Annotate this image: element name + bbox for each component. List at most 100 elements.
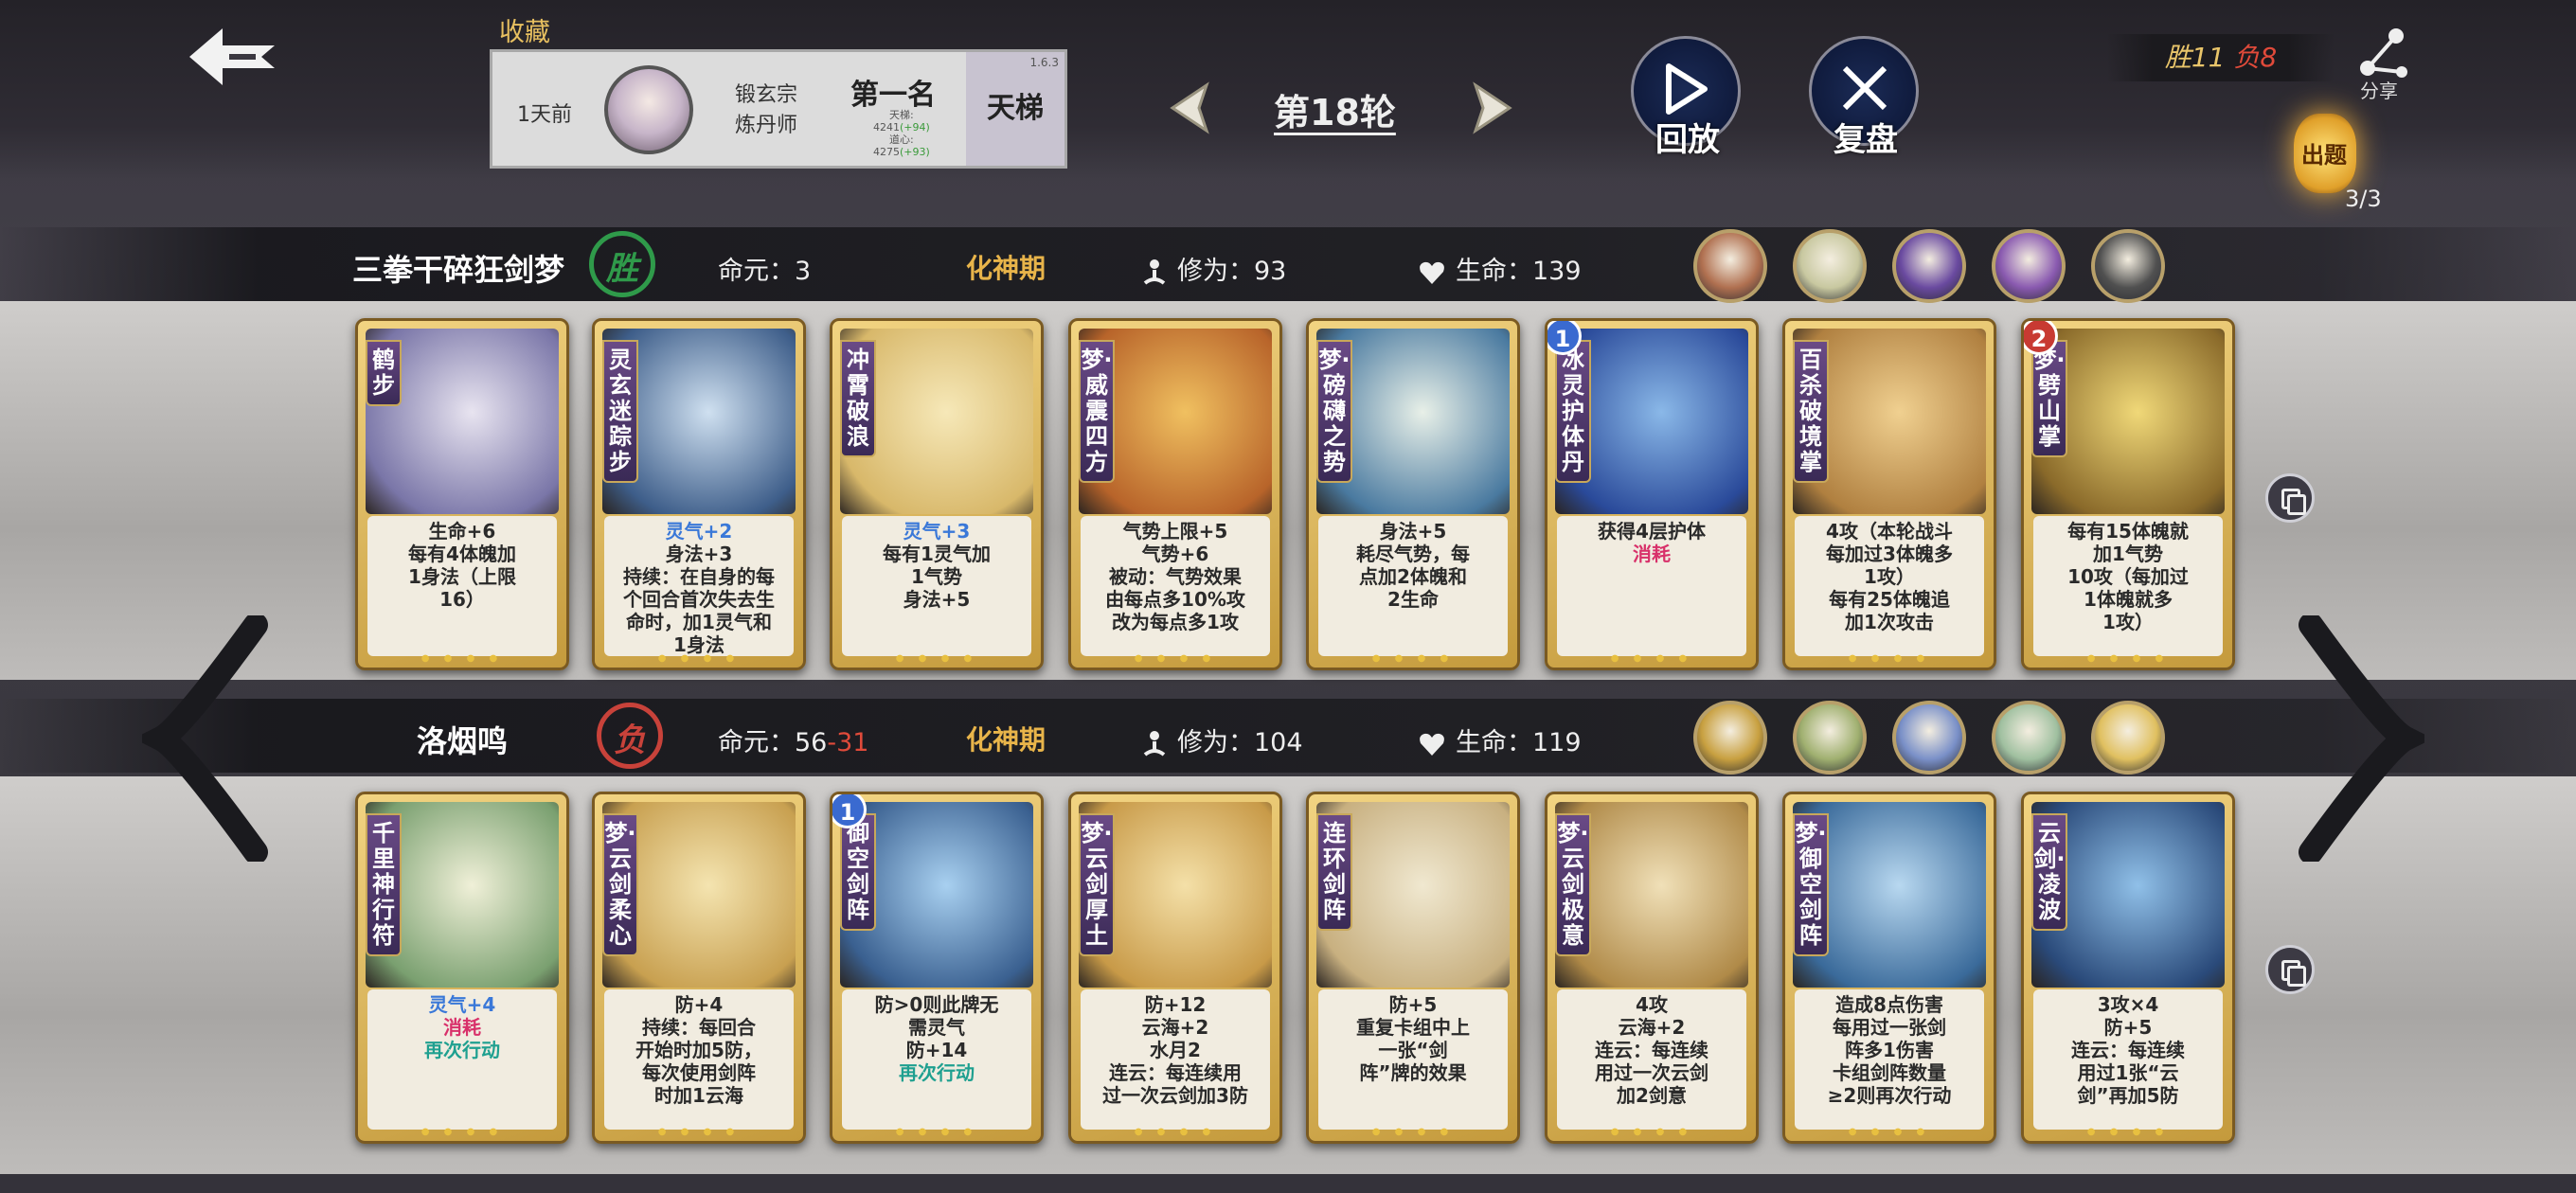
life-core-delta: -31 xyxy=(827,728,869,757)
card-description-line: 被动：气势效果 xyxy=(1109,565,1242,588)
avatar-spiral-icon[interactable] xyxy=(1693,701,1767,775)
meditation-icon xyxy=(1143,258,1166,285)
card-description: 气势上限+5 气势+6 被动：气势效果 由每点多10%攻 改为每点多1攻 xyxy=(1081,516,1270,656)
card-description-line: 云海+2 xyxy=(1141,1016,1209,1039)
quiz-lantern-button[interactable]: 出题 3/3 xyxy=(2281,114,2385,218)
replay-info-panel[interactable]: 1天前 锻玄宗 炼丹师 第一名 天梯: 4241(+94) 道心: 4275(+… xyxy=(490,49,1067,169)
cultivation-stat: 修为：104 xyxy=(1141,721,1303,758)
card-description-line: 16） xyxy=(439,588,485,611)
skill-card[interactable]: 梦·劈山掌 2 每有15体魄就 加1气势 10攻（每加过 1体魄就多 1攻） ● ● ● ● xyxy=(2021,318,2235,670)
skill-card[interactable]: 梦·威震四方 气势上限+5 气势+6 被动：气势效果 由每点多10%攻 改为每点多1攻 ● … xyxy=(1068,318,1282,670)
skill-card[interactable]: 梦·云剑柔心 防+4 持续：每回合 开始时加5防， 每次使用剑阵 时加1云海 ● ● ● ● xyxy=(592,792,806,1144)
card-description-line: 消耗 xyxy=(443,1016,481,1039)
play-icon xyxy=(1666,63,1708,115)
card-description-line: 加2剑意 xyxy=(1617,1084,1687,1107)
avatar-swordsman-icon[interactable] xyxy=(1892,701,1966,775)
avatar-twins-2-icon[interactable] xyxy=(1992,701,2066,775)
card-description-line: 灵气+4 xyxy=(428,993,496,1016)
avatar-yin-yang-icon[interactable] xyxy=(2091,229,2165,303)
next-round-arrow-icon[interactable] xyxy=(1458,80,1525,136)
card-name: 灵玄迷踪步 xyxy=(602,340,638,483)
avatar-white-hair-icon[interactable] xyxy=(1992,229,2066,303)
card-pip-row: ● ● ● ● xyxy=(420,1127,504,1137)
skill-card[interactable]: 梦·云剑厚土 防+12 云海+2 水月2 连云：每连续用 过一次云剑加3防 ● ● ● ● xyxy=(1068,792,1282,1144)
avatar-elder-icon[interactable] xyxy=(1693,229,1767,303)
card-description-line: 连云：每连续用 xyxy=(1109,1061,1242,1084)
card-description-line: 每加过3体魄多 xyxy=(1826,543,1953,565)
card-description-line: 气势上限+5 xyxy=(1122,520,1228,543)
crossed-swords-icon xyxy=(1842,65,1887,111)
card-description: 防>0则此牌无 需灵气 防+14 再次行动 xyxy=(842,989,1031,1130)
skill-card[interactable]: 梦·磅礴之势 身法+5 耗尽气势，每 点加2体魄和 2生命 ● ● ● ● xyxy=(1306,318,1520,670)
hp-stat: 生命：119 xyxy=(1418,721,1582,758)
cultivation-stat: 修为：93 xyxy=(1141,250,1286,287)
replay-days-ago: 1天前 xyxy=(517,103,572,127)
card-description: 造成8点伤害 每用过一张剑 阵多1伤害 卡组剑阵数量 ≥2则再次行动 xyxy=(1795,989,1984,1130)
review-button[interactable]: 复盘 xyxy=(1799,36,1923,159)
card-description-line: 用过1张“云 xyxy=(2077,1061,2179,1084)
previous-page-arrow-icon[interactable] xyxy=(142,615,275,862)
card-name: 连环剑阵 xyxy=(1316,813,1352,931)
avatar-monk-icon[interactable] xyxy=(1793,229,1867,303)
card-description-line: 连云：每连续 xyxy=(1595,1039,1708,1061)
card-description-line: 4攻 xyxy=(1636,993,1668,1016)
card-description-line: 每次使用剑阵 xyxy=(642,1061,756,1084)
player-name: 三拳干碎狂剑梦 xyxy=(352,252,565,288)
skill-card[interactable]: 御空剑阵 1 防>0则此牌无 需灵气 防+14 再次行动 ● ● ● ● xyxy=(830,792,1044,1144)
card-name: 梦·云剑柔心 xyxy=(602,813,638,956)
card-description-line: 持续：每回合 xyxy=(642,1016,756,1039)
card-pip-row: ● ● ● ● xyxy=(1371,1127,1455,1137)
skill-card[interactable]: 连环剑阵 防+5 重复卡组中上 一张“剑 阵”牌的效果 ● ● ● ● xyxy=(1306,792,1520,1144)
card-description-line: 连云：每连续 xyxy=(2071,1039,2185,1061)
next-page-arrow-icon[interactable] xyxy=(2292,615,2424,862)
skill-card[interactable]: 梦·云剑极意 4攻 云海+2 连云：每连续 用过一次云剑 加2剑意 ● ● ● ● xyxy=(1545,792,1759,1144)
copy-deck-2-button[interactable] xyxy=(2265,945,2315,994)
share-button[interactable]: 分享 xyxy=(2356,27,2423,102)
skill-card[interactable]: 云剑·凌波 3攻×4 防+5 连云：每连续 用过1张“云 剑”再加5防 ● ● ● ● xyxy=(2021,792,2235,1144)
card-pip-row: ● ● ● ● xyxy=(2086,653,2170,664)
card-description-line: 1攻） xyxy=(1864,565,1915,588)
skill-card[interactable]: 冲霄破浪 灵气+3 每有1灵气加 1气势 身法+5 ● ● ● ● xyxy=(830,318,1044,670)
card-pip-row: ● ● ● ● xyxy=(657,653,741,664)
skill-card[interactable]: 鹤步 生命+6 每有4体魄加 1身法（上限 16） ● ● ● ● xyxy=(355,318,569,670)
card-name: 梦·云剑厚土 xyxy=(1079,813,1115,956)
back-arrow-icon[interactable] xyxy=(180,19,284,95)
card-description-line: 身法+5 xyxy=(1379,520,1447,543)
avatar-gold-mark-icon[interactable] xyxy=(2091,701,2165,775)
quiz-label: 出题 xyxy=(2301,142,2347,169)
copy-deck-1-button[interactable] xyxy=(2265,473,2315,523)
card-description-line: 防+5 xyxy=(2103,1016,2153,1039)
card-description: 4攻（本轮战斗 每加过3体魄多 1攻） 每有25体魄追 加1次攻击 xyxy=(1795,516,1984,656)
skill-card[interactable]: 冰灵护体丹 1 获得4层护体 消耗 ● ● ● ● xyxy=(1545,318,1759,670)
skill-card[interactable]: 千里神行符 灵气+4 消耗 再次行动 ● ● ● ● xyxy=(355,792,569,1144)
card-description-line: 获得4层护体 xyxy=(1598,520,1706,543)
card-name: 鹤步 xyxy=(366,340,402,406)
card-description-line: 卡组剑阵数量 xyxy=(1833,1061,1946,1084)
avatar-twins-icon[interactable] xyxy=(1793,701,1867,775)
card-description-line: 防+4 xyxy=(674,993,724,1016)
card-name: 云剑·凌波 xyxy=(2031,813,2067,931)
card-description-line: 1攻） xyxy=(2102,611,2154,633)
hp-stat: 生命：139 xyxy=(1418,250,1582,287)
skill-card[interactable]: 灵玄迷踪步 灵气+2 身法+3 持续：在自身的每 个回合首次失去生 命时，加1灵气和 1身法… xyxy=(592,318,806,670)
card-pip-row: ● ● ● ● xyxy=(1371,653,1455,664)
card-description-line: 1体魄就多 xyxy=(2084,588,2173,611)
card-description-line: 时加1云海 xyxy=(654,1084,743,1107)
card-description-line: 命时，加1灵气和 xyxy=(626,611,772,633)
cultivation-label: 修为： xyxy=(1177,728,1254,757)
card-description-line: 防+5 xyxy=(1388,993,1438,1016)
skill-card[interactable]: 百杀破境掌 4攻（本轮战斗 每加过3体魄多 1攻） 每有25体魄追 加1次攻击 ● ● ● … xyxy=(1782,318,1996,670)
replay-rating-detail: 天梯: 4241(+94) 道心: 4275(+93) xyxy=(873,109,930,158)
card-name: 梦·御空剑阵 xyxy=(1793,813,1829,956)
card-pip-row: ● ● ● ● xyxy=(895,1127,978,1137)
card-description: 4攻 云海+2 连云：每连续 用过一次云剑 加2剑意 xyxy=(1557,989,1746,1130)
card-description-line: 3攻×4 xyxy=(2097,993,2159,1016)
quiz-count: 3/3 xyxy=(2345,186,2382,212)
replay-button[interactable]: 回放 xyxy=(1621,36,1744,159)
avatar-purple-mage-icon[interactable] xyxy=(1892,229,1966,303)
card-description-line: 加1次攻击 xyxy=(1845,611,1934,633)
skill-card[interactable]: 梦·御空剑阵 造成8点伤害 每用过一张剑 阵多1伤害 卡组剑阵数量 ≥2则再次行动 ● ● … xyxy=(1782,792,1996,1144)
life-core-label: 命元： xyxy=(718,257,795,286)
prev-round-arrow-icon[interactable] xyxy=(1157,80,1224,136)
card-description-line: 灵气+3 xyxy=(903,520,971,543)
